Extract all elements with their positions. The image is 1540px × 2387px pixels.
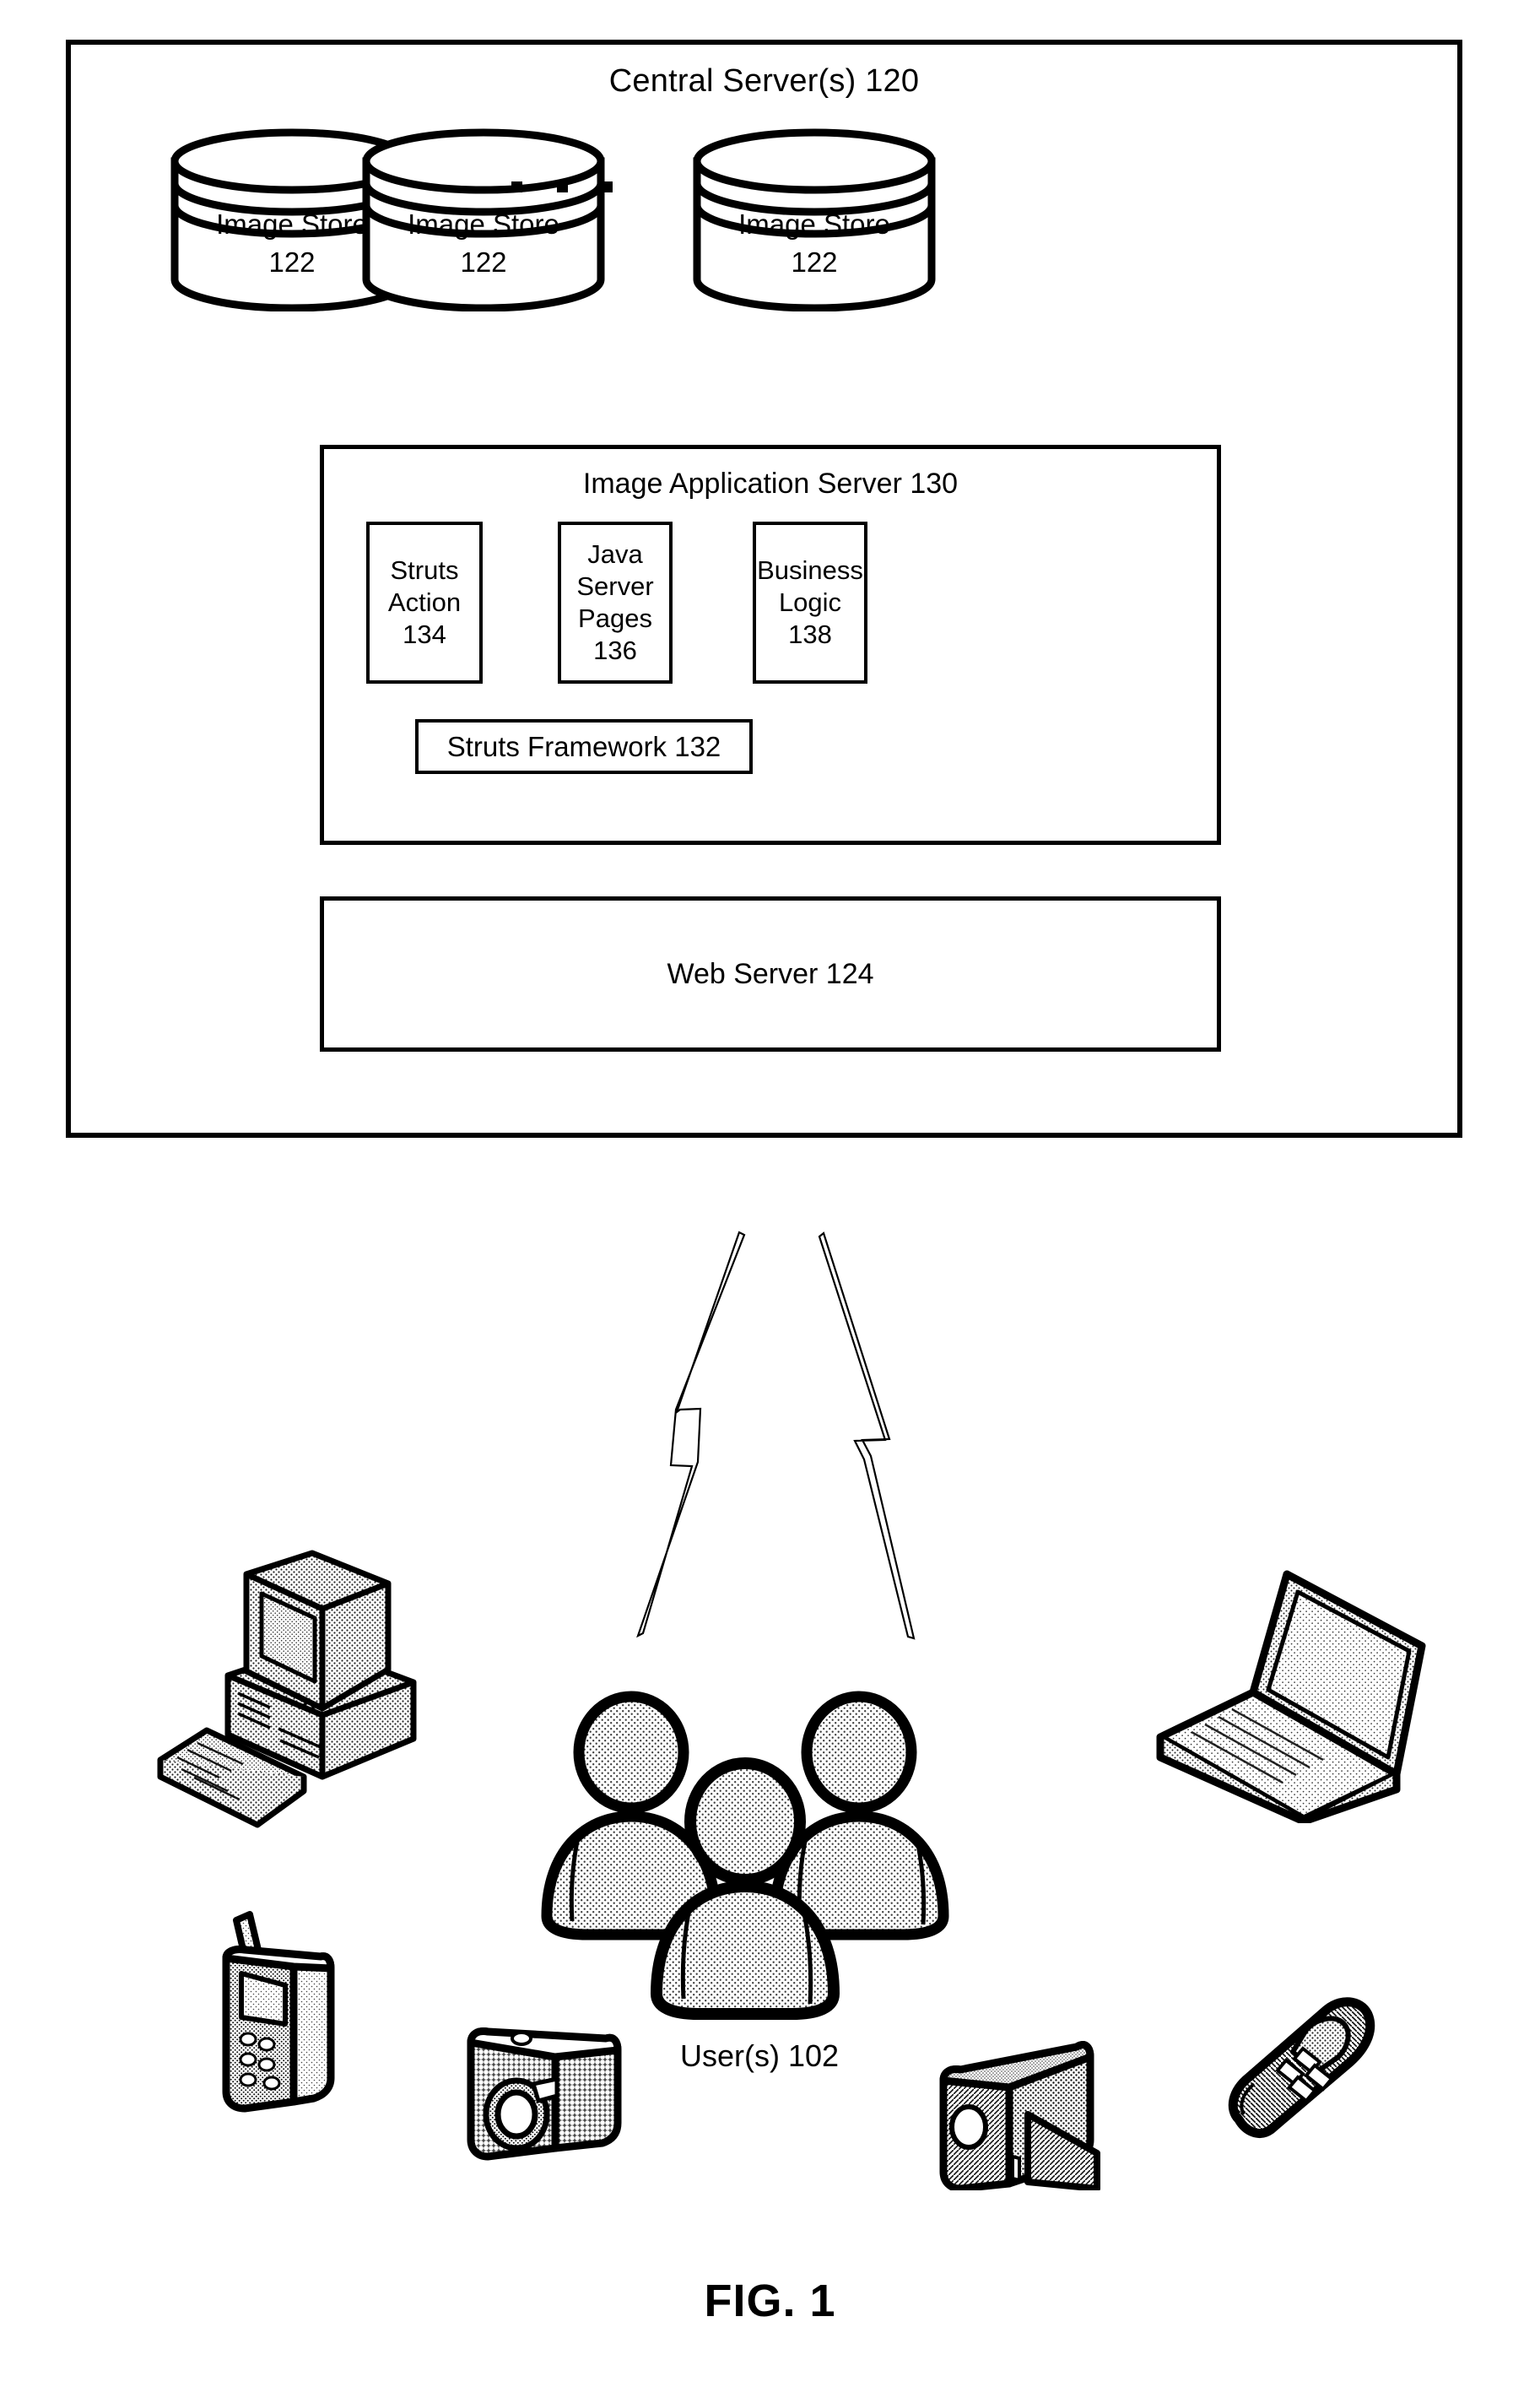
image-store-cylinder-3: Image Store 122 (690, 122, 938, 311)
ellipsis-indicator (511, 174, 613, 199)
image-application-server-box: Image Application Server 130 Struts Acti… (320, 445, 1221, 845)
database-cylinder-icon (362, 128, 605, 311)
struts-action-module: Struts Action 134 (366, 522, 483, 684)
business-logic-module: Business Logic 138 (753, 522, 867, 684)
digital-camera-icon (456, 1996, 637, 2165)
wireless-connection-bolts (574, 1203, 937, 1659)
users-group-icon (506, 1671, 979, 2034)
central-server-container: Central Server(s) 120 Image Store 122 Im… (66, 40, 1462, 1138)
image-application-server-title: Image Application Server 130 (582, 468, 959, 500)
figure-caption: FIG. 1 (704, 2276, 836, 2326)
central-server-title: Central Server(s) 120 (608, 63, 920, 99)
flip-phone-icon (1215, 1971, 1409, 2140)
ellipsis-dot (511, 181, 522, 192)
lightning-bolt-right-icon (818, 1231, 916, 1640)
patent-figure: Central Server(s) 120 Image Store 122 Im… (0, 0, 1540, 2387)
camcorder-icon (928, 1988, 1122, 2190)
java-server-pages-module: Java Server Pages 136 (558, 522, 673, 684)
web-server-box: Web Server 124 (320, 896, 1221, 1052)
struts-framework-box: Struts Framework 132 (415, 719, 753, 774)
image-store-cylinder-2: Image Store 122 (359, 122, 608, 311)
mobile-phone-icon (194, 1899, 397, 2119)
ellipsis-dot (556, 181, 568, 192)
database-cylinder-icon (693, 128, 936, 311)
desktop-computer-icon (143, 1528, 422, 1865)
users-label: User(s) 102 (679, 2038, 840, 2073)
ellipsis-dot (602, 181, 613, 192)
application-module-row: Struts Action 134 Java Server Pages 136 … (324, 522, 1217, 686)
laptop-computer-icon (1131, 1536, 1426, 1823)
lightning-bolt-left-icon (636, 1231, 746, 1638)
